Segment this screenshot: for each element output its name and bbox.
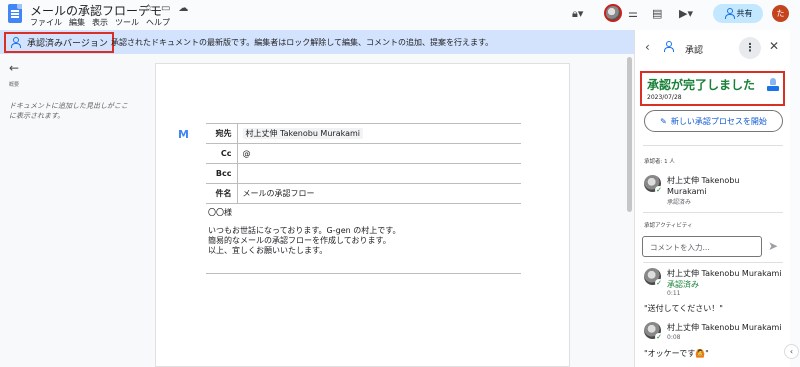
side-rail <box>790 30 800 367</box>
activity-comment: "オッケーです🙆" <box>644 349 709 358</box>
menu-edit[interactable]: 編集 <box>69 17 85 28</box>
table-row: Cc @ <box>206 143 521 164</box>
move-folder-icon[interactable]: ▭ <box>161 3 170 14</box>
star-icon[interactable]: ☆ <box>144 3 153 14</box>
cloud-status-icon[interactable]: ☁ <box>178 3 188 14</box>
approval-complete-title: 承認が完了しました <box>647 78 756 92</box>
back-icon[interactable]: ‹ <box>645 40 650 54</box>
outline-label: 概要 <box>9 82 20 88</box>
mail-body[interactable]: 〇〇様 いつもお世話になっております。G-gen の村上です。 簡易的なメールの… <box>208 208 400 256</box>
approval-complete-box: 承認が完了しました 2023/07/28 <box>640 71 785 106</box>
divider <box>643 212 783 213</box>
bcc-value[interactable] <box>237 163 521 184</box>
cc-value[interactable]: @ <box>237 143 521 164</box>
menu-help[interactable]: ヘルプ <box>146 17 170 28</box>
divider <box>643 262 783 263</box>
collapse-panel-icon[interactable]: ‹ <box>784 344 799 359</box>
subject-value[interactable]: メールの承認フロー <box>237 183 521 204</box>
lock-icon[interactable]: 🔒︎▾ <box>572 7 583 21</box>
body-line: いつもお世話になっております。G-gen の村上です。 <box>208 226 401 235</box>
menu-view[interactable]: 表示 <box>92 17 108 28</box>
docs-logo-icon[interactable] <box>8 4 22 23</box>
to-value[interactable]: 村上丈伸 Takenobu Murakami <box>237 123 521 144</box>
activity-label: 承認アクティビティ <box>644 223 693 229</box>
comment-input[interactable]: コメントを入力... <box>642 236 762 257</box>
panel-title: 承認 <box>685 46 704 56</box>
menu-bar: ファイル 編集 表示 ツール ヘルプ <box>30 17 170 28</box>
comments-icon[interactable]: ▤ <box>652 7 662 20</box>
check-icon: ✓ <box>655 186 663 194</box>
activity-user: 村上丈伸 Takenobu Murakami <box>667 323 782 332</box>
body-line: 以上、宜しくお願いいたします。 <box>208 246 328 255</box>
start-new-approval-label: 新しい承認プロセスを開始 <box>670 116 767 126</box>
title-icons: ☆ ▭ ☁ <box>144 3 188 14</box>
meet-icon[interactable]: ▶▾ <box>679 7 693 20</box>
approved-banner: 承認済みバージョン 承認されたドキュメントの最新版です。編集者はロック解除して編… <box>0 30 634 54</box>
share-button[interactable]: 共有 <box>713 4 763 23</box>
bcc-label: Bcc <box>206 163 238 184</box>
table-row: 件名 メールの承認フロー <box>206 183 521 204</box>
approver-avatar[interactable] <box>604 4 622 22</box>
activity-time: 0:08 <box>667 334 681 341</box>
menu-file[interactable]: ファイル <box>30 17 62 28</box>
approval-person-icon <box>10 37 21 48</box>
user-avatar[interactable]: た <box>772 5 789 22</box>
body-line: 簡易的なメールの承認フローを作成しております。 <box>208 236 391 245</box>
approver-status: 承認済み <box>667 199 692 206</box>
approvals-icon[interactable]: ⚌ <box>628 7 638 20</box>
banner-message: 承認されたドキュメントの最新版です。編集者はロック解除して編集、コメントの追加、… <box>111 38 494 47</box>
person-add-icon <box>724 8 735 19</box>
menu-tools[interactable]: ツール <box>115 17 139 28</box>
approvers-label: 承認者: 1 人 <box>644 159 675 165</box>
approved-version-tag[interactable]: 承認済みバージョン <box>4 32 114 53</box>
approver-name: 村上丈伸 Takenobu Murakami <box>667 176 740 196</box>
gmail-icon: M <box>178 128 189 141</box>
mail-header-table: 宛先 村上丈伸 Takenobu Murakami Cc @ Bcc 件名 メー… <box>206 123 521 204</box>
mail-footer-rule <box>206 273 521 274</box>
activity-comment: "送付してください！" <box>644 304 723 313</box>
document-outline: ← 概要 ドキュメントに追加した見出しがここに表示されます。 <box>0 54 150 367</box>
salutation: 〇〇様 <box>208 208 232 217</box>
recipient-chip[interactable]: 村上丈伸 Takenobu Murakami <box>242 128 364 139</box>
document-page[interactable]: M 宛先 村上丈伸 Takenobu Murakami Cc @ Bcc 件名 … <box>155 63 570 367</box>
more-options-icon[interactable]: ⋮ <box>739 37 761 59</box>
divider <box>643 145 783 146</box>
activity-action: 承認済み <box>667 280 699 289</box>
close-icon[interactable]: ✕ <box>769 39 779 53</box>
to-label: 宛先 <box>206 123 238 144</box>
approval-person-icon <box>663 41 674 52</box>
activity-time: 0:11 <box>667 290 681 297</box>
subject-label: 件名 <box>206 183 238 204</box>
activity-entry: 村上丈伸 Takenobu Murakami <box>667 322 782 333</box>
table-row: Bcc <box>206 163 521 184</box>
share-label: 共有 <box>736 9 753 18</box>
approvals-panel: ‹ 承認 ⋮ ✕ 承認が完了しました 2023/07/28 ✎ 新しい承認プロセ… <box>634 30 790 367</box>
approval-stamp-icon <box>767 78 779 94</box>
check-icon: ✓ <box>655 279 663 287</box>
document-scrollbar[interactable] <box>627 57 632 212</box>
approval-date: 2023/07/28 <box>647 94 682 101</box>
cc-label: Cc <box>206 143 238 164</box>
table-row: 宛先 村上丈伸 Takenobu Murakami <box>206 123 521 144</box>
activity-user: 村上丈伸 Takenobu Murakami <box>667 269 782 278</box>
start-new-approval-button[interactable]: ✎ 新しい承認プロセスを開始 <box>644 110 783 132</box>
back-arrow-icon[interactable]: ← <box>9 61 19 75</box>
top-bar: メールの承認フローデモ ☆ ▭ ☁ ファイル 編集 表示 ツール ヘルプ 🔒︎▾… <box>0 0 800 30</box>
send-icon[interactable]: ➤ <box>768 239 778 253</box>
pencil-icon: ✎ <box>660 116 667 126</box>
outline-hint: ドキュメントに追加した見出しがここに表示されます。 <box>9 102 128 120</box>
approved-version-label: 承認済みバージョン <box>27 39 108 49</box>
activity-entry: 村上丈伸 Takenobu Murakami 承認済み <box>667 268 782 290</box>
check-icon: ✓ <box>655 333 663 341</box>
